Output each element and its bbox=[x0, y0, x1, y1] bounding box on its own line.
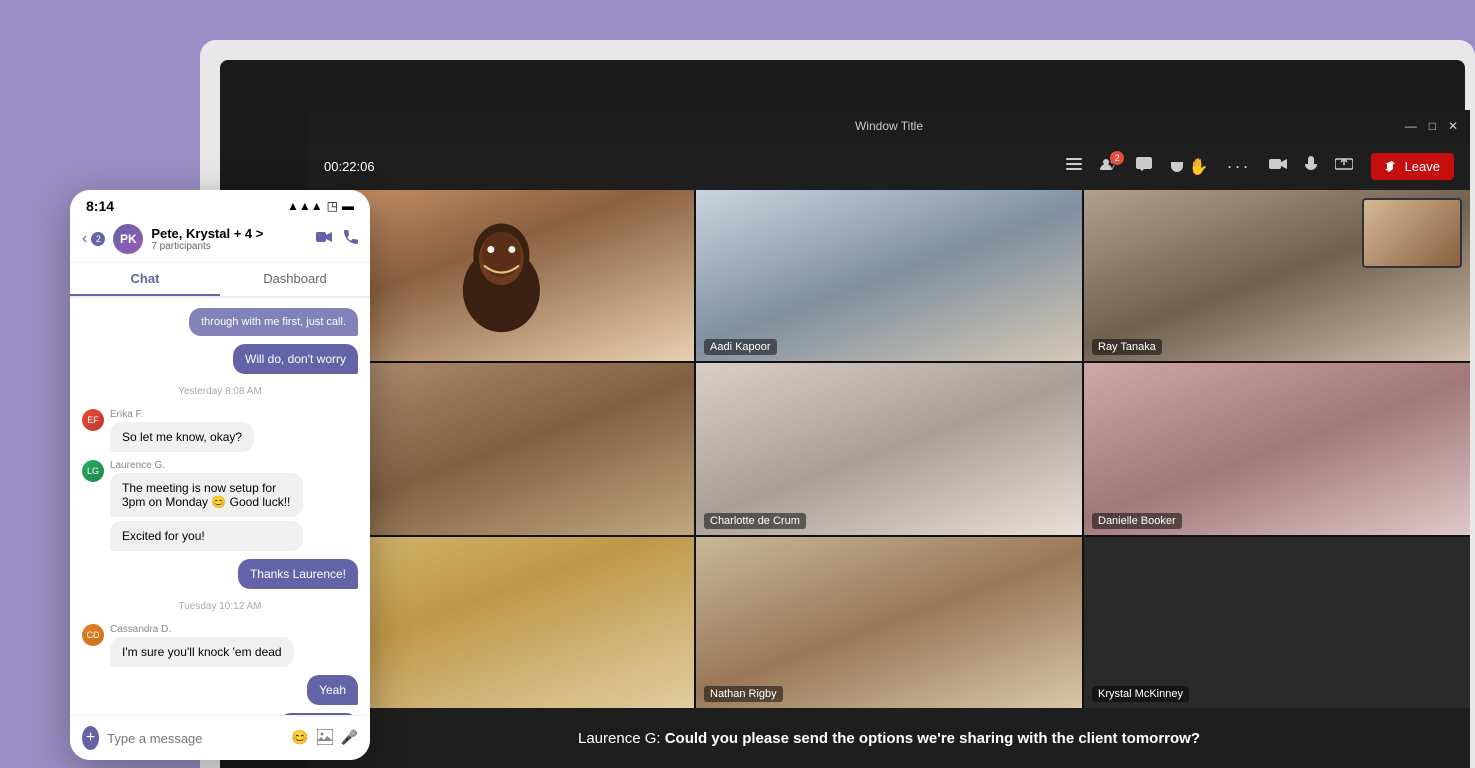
list-item: Yesterday 8:08 AM bbox=[82, 386, 358, 397]
list-item: Yeah bbox=[307, 675, 358, 705]
participant-name-charlotte: Charlotte de Crum bbox=[704, 513, 806, 529]
list-item: LG Laurence G. The meeting is now setup … bbox=[82, 460, 303, 551]
video-cell-2: Aadi Kapoor bbox=[696, 190, 1082, 361]
avatar: LG bbox=[82, 460, 104, 482]
video-cell-9: Krystal McKinney bbox=[1084, 537, 1470, 708]
chat-header-actions bbox=[316, 230, 358, 249]
share-screen-icon[interactable] bbox=[1335, 157, 1353, 176]
microphone-icon[interactable] bbox=[1305, 156, 1317, 177]
list-item: Thanks Laurence! bbox=[238, 559, 358, 589]
participants-icon[interactable]: 2 bbox=[1100, 157, 1118, 176]
caption-content: Could you please send the options we're … bbox=[665, 730, 1200, 747]
battery-icon: ▬ bbox=[342, 199, 354, 213]
video-cell-3: Ray Tanaka bbox=[1084, 190, 1470, 361]
participant-name-nathan: Nathan Rigby bbox=[704, 686, 783, 702]
close-button[interactable]: ✕ bbox=[1448, 119, 1458, 133]
title-bar: Window Title — □ ✕ bbox=[308, 110, 1470, 142]
participant-name-krystal: Krystal McKinney bbox=[1092, 686, 1189, 702]
tab-dashboard[interactable]: Dashboard bbox=[220, 263, 370, 296]
chat-icon[interactable] bbox=[1136, 157, 1152, 176]
window-title: Window Title bbox=[855, 119, 923, 133]
participants-badge: 2 bbox=[1110, 151, 1124, 165]
video-cell-8: Nathan Rigby bbox=[696, 537, 1082, 708]
caption-bar: Laurence G: Could you please send the op… bbox=[308, 708, 1470, 768]
pip-video bbox=[1362, 198, 1462, 268]
hand-icon[interactable]: ✋ bbox=[1170, 156, 1208, 177]
list-item: Tuesday 10:12 AM bbox=[82, 601, 358, 612]
caption-speaker: Laurence G: bbox=[578, 730, 661, 747]
emoji-icon[interactable]: 😊 bbox=[291, 729, 308, 748]
phone-icon[interactable] bbox=[344, 230, 358, 249]
message-input[interactable] bbox=[107, 731, 283, 746]
avatar: CD bbox=[82, 624, 104, 646]
wifi-icon: ◳ bbox=[327, 199, 338, 213]
image-icon[interactable] bbox=[317, 729, 333, 748]
tab-chat[interactable]: Chat bbox=[70, 263, 220, 296]
list-item: through with me first, just call. bbox=[189, 308, 358, 336]
chat-tabs: Chat Dashboard bbox=[70, 263, 370, 298]
video-cell-6: Danielle Booker bbox=[1084, 363, 1470, 534]
status-bar: 8:14 ▲▲▲ ◳ ▬ bbox=[70, 190, 370, 218]
list-item: EF Erika F. So let me know, okay? bbox=[82, 409, 254, 452]
meeting-timer: 00:22:06 bbox=[324, 159, 375, 174]
chat-avatar: PK bbox=[113, 224, 143, 254]
chat-header-participants: 7 participants bbox=[151, 241, 308, 252]
minimize-button[interactable]: — bbox=[1405, 119, 1417, 133]
list-item: CD Cassandra D. I'm sure you'll knock 'e… bbox=[82, 624, 294, 667]
avatar: EF bbox=[82, 409, 104, 431]
back-icon[interactable]: ‹ bbox=[82, 230, 87, 248]
toolbar-icons: 2 ✋ ··· bbox=[1066, 153, 1454, 180]
video-call-icon[interactable] bbox=[316, 230, 332, 249]
list-item: Will do, don't worry bbox=[233, 344, 358, 374]
chat-header: ‹ 2 PK Pete, Krystal + 4 > 7 participant… bbox=[70, 218, 370, 263]
menu-icon[interactable] bbox=[1066, 157, 1082, 175]
more-options-icon[interactable]: ··· bbox=[1227, 156, 1251, 177]
window-controls: — □ ✕ bbox=[1405, 119, 1458, 133]
add-attachment-button[interactable]: + bbox=[82, 726, 99, 750]
status-icons: ▲▲▲ ◳ ▬ bbox=[287, 199, 354, 213]
chat-header-info: Pete, Krystal + 4 > 7 participants bbox=[151, 226, 308, 252]
messages-area[interactable]: through with me first, just call. Will d… bbox=[70, 298, 370, 715]
maximize-button[interactable]: □ bbox=[1429, 119, 1436, 133]
audio-icon[interactable]: 🎤 bbox=[341, 729, 358, 748]
participant-name-aadi: Aadi Kapoor bbox=[704, 339, 777, 355]
participant-name-danielle: Danielle Booker bbox=[1092, 513, 1182, 529]
chat-header-name: Pete, Krystal + 4 > bbox=[151, 226, 308, 241]
camera-icon[interactable] bbox=[1269, 157, 1287, 176]
video-grid: Aadi Kapoor Ray Tanaka Charlotte de Crum… bbox=[308, 190, 1470, 708]
chat-input-area: + 😊 🎤 bbox=[70, 715, 370, 760]
mobile-chat-panel: 8:14 ▲▲▲ ◳ ▬ ‹ 2 PK Pete, Krystal + 4 > … bbox=[70, 190, 370, 760]
status-time: 8:14 bbox=[86, 198, 114, 214]
caption-text: Laurence G: Could you please send the op… bbox=[578, 730, 1200, 747]
teams-window: Window Title — □ ✕ 00:22:06 bbox=[308, 110, 1470, 768]
leave-button[interactable]: Leave bbox=[1371, 153, 1454, 180]
video-cell-5: Charlotte de Crum bbox=[696, 363, 1082, 534]
back-badge: 2 bbox=[91, 232, 105, 246]
participant-name-ray: Ray Tanaka bbox=[1092, 339, 1162, 355]
input-icons: 😊 🎤 bbox=[291, 729, 358, 748]
leave-label: Leave bbox=[1405, 159, 1440, 174]
meeting-toolbar: 00:22:06 2 bbox=[308, 142, 1470, 190]
signal-icon: ▲▲▲ bbox=[287, 199, 323, 213]
